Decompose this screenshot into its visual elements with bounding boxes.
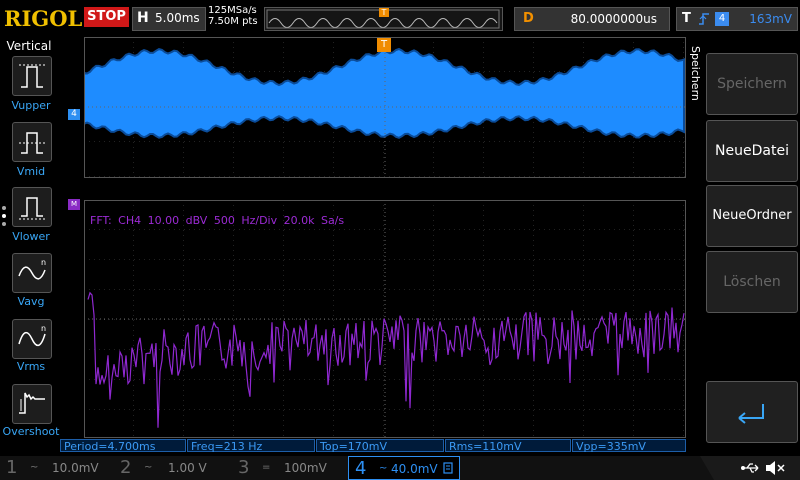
measurement-bar: Period=4.700ms Freq=213 Hz Top=170mV Rms… xyxy=(60,439,686,453)
back-button[interactable] xyxy=(706,381,798,443)
vlower-icon xyxy=(19,197,45,220)
channel-3-status[interactable]: 3 = 100mV xyxy=(232,456,344,480)
save-button[interactable]: Speichern xyxy=(706,53,798,115)
vmid-button[interactable] xyxy=(12,122,52,162)
waveform-display[interactable] xyxy=(84,37,686,178)
delete-button[interactable]: Löschen xyxy=(706,251,798,313)
channel-scale: 10.0mV xyxy=(52,461,99,475)
rising-edge-icon xyxy=(699,13,709,25)
vupper-icon xyxy=(19,64,45,88)
return-arrow-icon xyxy=(738,404,764,424)
usb-icon xyxy=(741,463,759,473)
channel-status-bar: 1 ~ 10.0mV 2 ~ 1.00 V 3 = 100mV 4 ~ 40.0… xyxy=(0,456,800,480)
menu-vertical-title: Speichern xyxy=(689,46,702,101)
sample-rate: 125MSa/s xyxy=(208,5,257,16)
trigger-position-marker[interactable]: T xyxy=(377,38,391,52)
new-folder-button[interactable]: NeueOrdner xyxy=(706,185,798,247)
memory-trigger-marker: T xyxy=(379,8,389,17)
memory-position-bar[interactable]: T xyxy=(264,7,503,31)
channel-number: 2 xyxy=(120,457,132,478)
page-dot xyxy=(2,206,6,210)
channel-scale: 40.0mV xyxy=(391,462,438,476)
overshoot-icon xyxy=(19,392,45,414)
vupper-label: Vupper xyxy=(11,99,51,112)
measurement-rms[interactable]: Rms=110mV xyxy=(445,439,571,453)
acquisition-info: 125MSa/s 7.50M pts xyxy=(208,5,258,27)
channel-scale: 100mV xyxy=(284,461,327,475)
channel-2-status[interactable]: 2 ~ 1.00 V xyxy=(114,456,226,480)
new-file-button[interactable]: NeueDatei xyxy=(706,120,798,182)
delay-label: D xyxy=(523,11,534,26)
vmid-icon xyxy=(19,132,45,154)
vavg-button[interactable]: n xyxy=(12,253,52,293)
delay-value: 80.0000000us xyxy=(570,12,657,26)
measurement-top[interactable]: Top=170mV xyxy=(316,439,444,453)
coupling-icon: ~ xyxy=(30,462,39,473)
vlower-label: Vlower xyxy=(12,230,50,243)
fft-info-label: FFT: CH4 10.00 dBV 500 Hz/Div 20.0k Sa/s xyxy=(90,214,345,227)
menu-title: Vertical xyxy=(6,39,52,53)
coupling-icon: = xyxy=(262,462,271,473)
page-dot-active xyxy=(2,214,6,218)
overshoot-button[interactable] xyxy=(12,384,52,424)
measurement-period[interactable]: Period=4.700ms xyxy=(60,439,186,453)
svg-text:n: n xyxy=(41,324,46,333)
vrms-label: Vrms xyxy=(16,360,46,373)
measurement-freq[interactable]: Freq=213 Hz xyxy=(187,439,315,453)
trigger-label: T xyxy=(682,11,691,26)
speaker-mute-icon[interactable] xyxy=(764,459,786,477)
fft-display[interactable] xyxy=(84,200,686,438)
trigger-source-badge: 4 xyxy=(715,12,729,26)
bandwidth-limit-icon xyxy=(443,462,453,474)
timebase-value: 5.00ms xyxy=(155,11,200,25)
channel-1-status[interactable]: 1 ~ 10.0mV xyxy=(0,456,112,480)
measurement-vpp[interactable]: Vpp=335mV xyxy=(572,439,686,453)
vlower-button[interactable] xyxy=(12,187,52,227)
run-stop-button[interactable]: STOP xyxy=(84,7,129,27)
save-menu: Speichern NeueDatei NeueOrdner Löschen xyxy=(686,36,800,456)
trigger-level: 163mV xyxy=(749,12,792,26)
ch4-offset-marker[interactable]: 4 xyxy=(68,109,80,120)
timebase-box[interactable]: H 5.00ms xyxy=(132,7,206,31)
vavg-label: Vavg xyxy=(17,295,45,308)
math-channel-marker[interactable]: M xyxy=(68,199,80,210)
trigger-box[interactable]: T 4 163mV xyxy=(676,7,798,31)
channel-4-status[interactable]: 4 ~ 40.0mV xyxy=(348,456,460,480)
channel-scale: 1.00 V xyxy=(168,461,207,475)
delay-box[interactable]: D 80.0000000us xyxy=(514,7,670,31)
vupper-button[interactable] xyxy=(12,56,52,96)
brand-logo: RIGOL xyxy=(4,6,83,31)
coupling-icon: ~ xyxy=(144,462,153,473)
memory-depth: 7.50M pts xyxy=(208,16,258,27)
channel-number: 3 xyxy=(238,457,250,478)
channel-number: 4 xyxy=(355,458,367,479)
page-dot xyxy=(2,222,6,226)
vavg-icon: n xyxy=(18,258,46,280)
ch4-waveform-envelope xyxy=(84,47,685,139)
coupling-icon: ~ xyxy=(379,463,388,474)
overshoot-label: Overshoot xyxy=(2,425,60,438)
vrms-button[interactable]: n xyxy=(12,319,52,359)
vrms-icon: n xyxy=(18,324,46,347)
vmid-label: Vmid xyxy=(16,165,46,178)
timebase-label: H xyxy=(137,10,149,26)
svg-text:n: n xyxy=(41,258,46,267)
vertical-measure-menu: Vertical Vupper Vmid Vlower n Vavg n Vrm… xyxy=(0,36,62,456)
channel-number: 1 xyxy=(6,457,18,478)
